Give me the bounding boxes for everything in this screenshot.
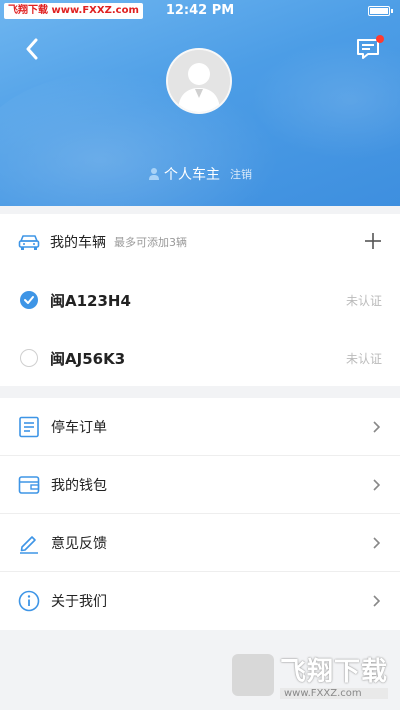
vehicles-card: 我的车辆 最多可添加3辆 闽A123H4 未认证 闽AJ56K3 未认证 [0, 214, 400, 386]
avatar[interactable] [166, 48, 232, 114]
chevron-right-icon [373, 595, 380, 607]
menu-item-label: 我的钱包 [51, 477, 107, 494]
radio-unchecked[interactable] [20, 349, 38, 367]
vehicle-plate: 闽A123H4 [50, 291, 131, 310]
owner-row: 个人车主 注销 [0, 164, 400, 184]
chevron-right-icon [373, 479, 380, 491]
message-button[interactable] [356, 35, 384, 62]
menu-item-label: 停车订单 [51, 419, 107, 436]
vehicles-limit-hint: 最多可添加3辆 [114, 236, 187, 249]
wallet-icon [18, 475, 40, 494]
info-icon [18, 590, 40, 612]
chevron-right-icon [373, 421, 380, 433]
watermark-logo-icon [232, 654, 274, 696]
status-time: 12:42 PM [165, 3, 235, 18]
chevron-right-icon [373, 537, 380, 549]
profile-header: 飞翔下载 www.FXXZ.com 12:42 PM 个人车主 注销 [0, 0, 400, 206]
menu-list: 停车订单 我的钱包 意见反馈 关于我们 [0, 398, 400, 630]
status-bar: 飞翔下载 www.FXXZ.com 12:42 PM [0, 0, 400, 22]
user-avatar-icon [168, 50, 230, 112]
vehicle-status: 未认证 [345, 351, 382, 366]
radio-checked[interactable] [20, 291, 38, 309]
menu-item-wallet[interactable]: 我的钱包 [0, 456, 400, 514]
add-vehicle-button[interactable] [364, 232, 382, 250]
logout-link[interactable]: 注销 [230, 166, 252, 182]
battery-icon [368, 6, 393, 16]
vehicle-status: 未认证 [345, 293, 382, 308]
menu-item-label: 意见反馈 [51, 535, 107, 552]
order-list-icon [19, 416, 39, 437]
pencil-icon [20, 535, 38, 554]
watermark: 飞翔下载 www.FXXZ.com [232, 646, 392, 704]
person-icon [149, 168, 159, 180]
car-icon [18, 235, 40, 250]
menu-item-about[interactable]: 关于我们 [0, 572, 400, 630]
watermark-title: 飞翔下载 [280, 657, 389, 687]
notification-dot [376, 35, 384, 43]
menu-item-parking-orders[interactable]: 停车订单 [0, 398, 400, 456]
menu-item-feedback[interactable]: 意见反馈 [0, 514, 400, 572]
vehicle-row[interactable]: 闽AJ56K3 未认证 [0, 330, 400, 386]
owner-type-label: 个人车主 [164, 167, 220, 183]
vehicle-plate: 闽AJ56K3 [50, 349, 126, 368]
chevron-left-icon [26, 38, 38, 60]
watermark-text: 飞翔下载 www.FXXZ.com [280, 651, 389, 699]
menu-item-label: 关于我们 [51, 594, 107, 610]
watermark-url: www.FXXZ.com [280, 688, 389, 699]
check-icon [24, 296, 34, 304]
back-button[interactable] [20, 36, 44, 62]
vehicles-header: 我的车辆 最多可添加3辆 [0, 214, 400, 270]
vehicles-title: 我的车辆 [50, 235, 106, 251]
header-background-car [0, 70, 280, 206]
vehicle-row[interactable]: 闽A123H4 未认证 [0, 272, 400, 328]
